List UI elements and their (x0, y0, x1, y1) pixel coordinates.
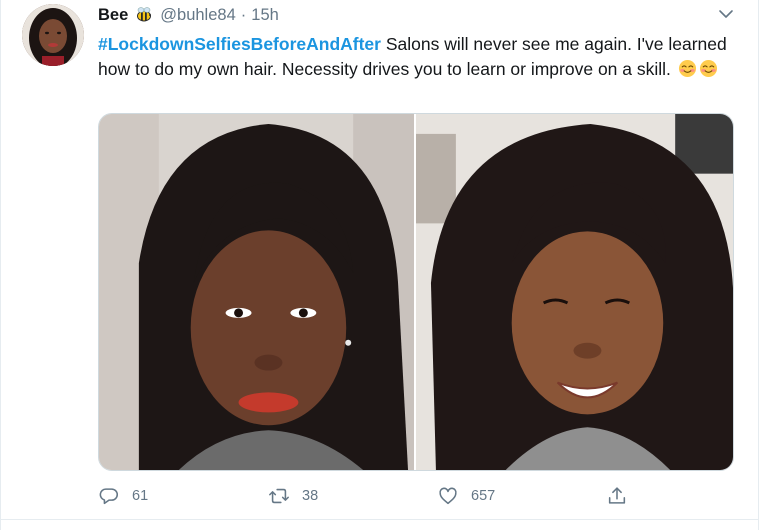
smiling-face-with-blush-icon (699, 59, 718, 78)
share-icon (608, 487, 626, 504)
share-button[interactable] (606, 483, 640, 509)
divider (1, 519, 759, 520)
avatar-photo (22, 4, 84, 66)
retweet-count: 38 (302, 488, 319, 504)
display-name[interactable]: Bee (98, 6, 128, 25)
honeybee-icon (134, 5, 154, 25)
avatar[interactable] (22, 4, 84, 66)
handle[interactable]: @buhle84 (160, 6, 235, 25)
heart-icon (439, 487, 457, 505)
before-selfie-photo[interactable] (99, 114, 416, 470)
tweet-header: Bee @buhle84 · 15h (98, 4, 279, 26)
timestamp[interactable]: 15h (251, 6, 279, 25)
reply-count: 61 (132, 488, 149, 504)
smiling-face-with-blush-icon (678, 59, 697, 78)
reply-icon (99, 488, 118, 505)
tweet-card[interactable]: Bee @buhle84 · 15h #LockdownSelfiesBefor… (0, 0, 759, 530)
reply-button[interactable]: 61 (98, 483, 148, 509)
hashtag-link[interactable]: #LockdownSelfiesBeforeAndAfter (98, 34, 381, 54)
like-count: 657 (471, 488, 496, 504)
separator-dot: · (240, 5, 247, 24)
tweet-actions: 61 38 657 (98, 483, 658, 509)
retweet-icon (269, 488, 289, 504)
media-grid (98, 113, 734, 471)
retweet-button[interactable]: 38 (268, 483, 318, 509)
after-selfie-photo[interactable] (416, 114, 733, 470)
tweet-text: #LockdownSelfiesBeforeAndAfter Salons wi… (98, 32, 738, 82)
chevron-down-icon[interactable] (718, 6, 734, 22)
like-button[interactable]: 657 (437, 483, 495, 509)
